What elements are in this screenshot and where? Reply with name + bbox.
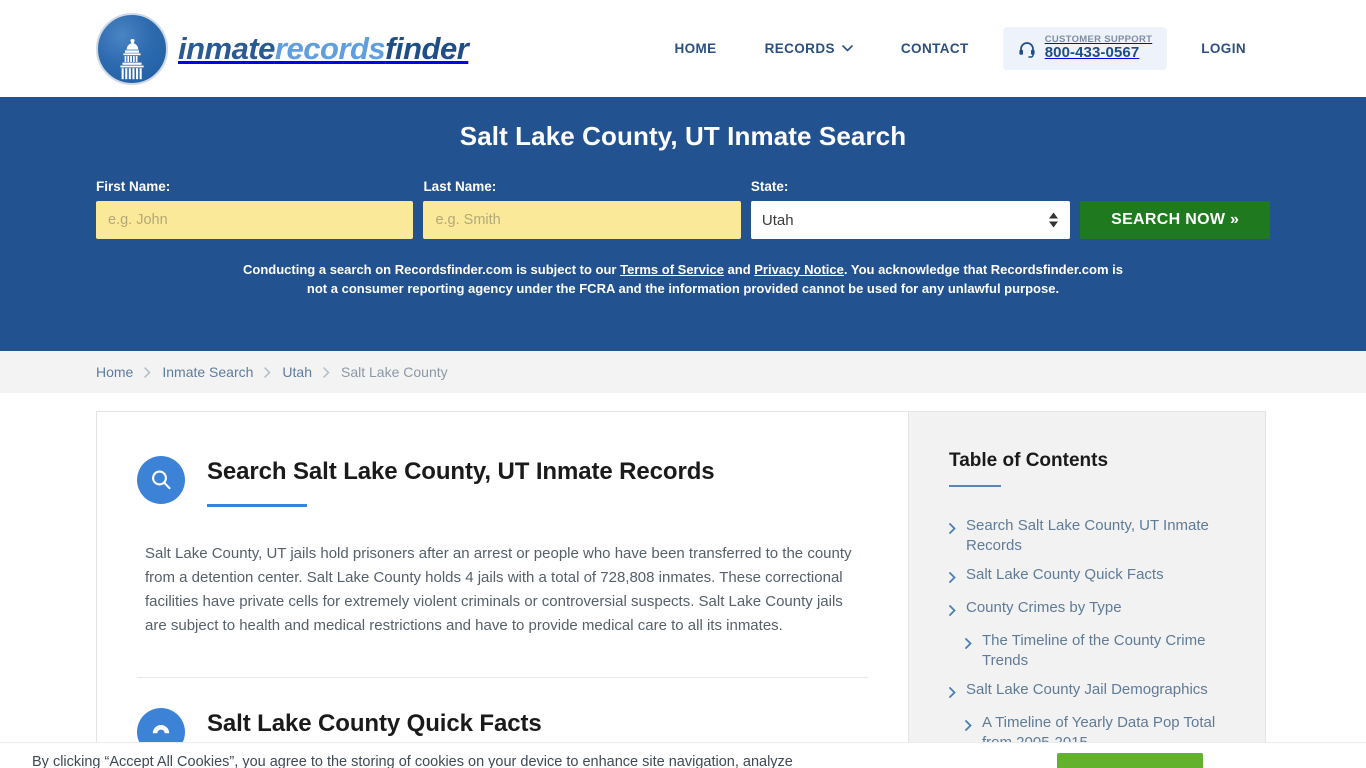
last-name-label: Last Name: xyxy=(423,179,497,194)
privacy-notice-link[interactable]: Privacy Notice xyxy=(754,262,844,277)
headset-icon xyxy=(1019,41,1035,58)
toc-link[interactable]: The Timeline of the County Crime Trends xyxy=(982,631,1235,671)
capitol-dome-icon xyxy=(96,12,168,85)
logo-text-inmate: inmate xyxy=(178,30,275,66)
breadcrumb-item-utah[interactable]: Utah xyxy=(282,364,312,380)
search-disclaimer: Conducting a search on Recordsfinder.com… xyxy=(243,261,1123,298)
state-select[interactable]: Utah xyxy=(750,201,1071,239)
content-area: Search Salt Lake County, UT Inmate Recor… xyxy=(0,393,1366,768)
section-header: Search Salt Lake County, UT Inmate Recor… xyxy=(137,454,868,507)
section-title: Salt Lake County Quick Facts xyxy=(207,710,542,737)
page-root: inmaterecordsfinder HOME RECORDS CONTACT… xyxy=(0,0,1366,768)
section-title: Search Salt Lake County, UT Inmate Recor… xyxy=(207,458,715,485)
toc-link[interactable]: Salt Lake County Quick Facts xyxy=(966,565,1164,589)
cookie-banner-text: By clicking “Accept All Cookies”, you ag… xyxy=(32,753,793,768)
disclaimer-part2: and xyxy=(723,262,755,277)
chevron-right-icon xyxy=(965,635,972,671)
chevron-right-icon xyxy=(949,684,956,704)
toc-link[interactable]: County Crimes by Type xyxy=(966,598,1122,622)
state-label: State: xyxy=(750,179,789,194)
toc-title: Table of Contents xyxy=(949,450,1109,471)
state-select-wrap: Utah xyxy=(750,201,1071,239)
accept-all-cookies-button[interactable] xyxy=(1057,753,1203,768)
list-item[interactable]: Salt Lake County Quick Facts xyxy=(949,565,1235,589)
section-title-underline xyxy=(207,504,307,507)
chevron-right-icon xyxy=(949,569,956,589)
support-phone: 800-433-0567 xyxy=(1044,44,1140,62)
list-item[interactable]: Salt Lake County Jail Demographics xyxy=(949,680,1235,704)
main-content-card: Search Salt Lake County, UT Inmate Recor… xyxy=(96,411,908,768)
state-field-group: State: Utah xyxy=(750,179,1071,239)
search-circle-icon xyxy=(137,456,185,504)
main-nav: HOME RECORDS CONTACT CUSTOMER SUPPORT 80… xyxy=(650,27,1270,70)
breadcrumb-separator-icon xyxy=(323,366,330,378)
cookie-consent-banner: By clicking “Accept All Cookies”, you ag… xyxy=(0,742,1366,768)
customer-support-box[interactable]: CUSTOMER SUPPORT 800-433-0567 xyxy=(1002,27,1168,70)
page-title: Salt Lake County, UT Inmate Search xyxy=(459,121,907,151)
nav-contact[interactable]: CONTACT xyxy=(877,41,993,56)
toc-link[interactable]: Search Salt Lake County, UT Inmate Recor… xyxy=(966,516,1235,556)
nav-login-label: LOGIN xyxy=(1201,41,1246,56)
logo-wordmark: inmaterecordsfinder xyxy=(178,30,469,67)
first-name-input[interactable] xyxy=(96,201,414,239)
breadcrumb: Home Inmate Search Utah Salt Lake County xyxy=(0,351,1366,393)
chevron-down-icon xyxy=(842,45,853,52)
table-of-contents-panel: Table of Contents Search Salt Lake Count… xyxy=(908,411,1266,768)
nav-home[interactable]: HOME xyxy=(650,41,740,56)
chevron-right-icon xyxy=(949,520,956,556)
nav-records[interactable]: RECORDS xyxy=(741,41,877,56)
nav-records-label: RECORDS xyxy=(764,41,835,56)
disclaimer-part1: Conducting a search on Recordsfinder.com… xyxy=(243,262,621,277)
list-item[interactable]: Search Salt Lake County, UT Inmate Recor… xyxy=(949,516,1235,556)
site-header: inmaterecordsfinder HOME RECORDS CONTACT… xyxy=(0,0,1366,97)
chevron-right-icon xyxy=(949,602,956,622)
toc-title-underline xyxy=(949,485,1001,487)
section-title-wrap: Search Salt Lake County, UT Inmate Recor… xyxy=(207,454,715,507)
list-item[interactable]: County Crimes by Type xyxy=(949,598,1235,622)
terms-of-service-link[interactable]: Terms of Service xyxy=(620,262,724,277)
logo-text-records: records xyxy=(274,30,386,66)
toc-link[interactable]: Salt Lake County Jail Demographics xyxy=(966,680,1208,704)
first-name-field-group: First Name: xyxy=(96,179,414,239)
breadcrumb-separator-icon xyxy=(264,366,271,378)
breadcrumb-separator-icon xyxy=(144,366,151,378)
breadcrumb-item-current: Salt Lake County xyxy=(341,364,448,380)
search-now-button[interactable]: SEARCH NOW » xyxy=(1080,201,1270,239)
breadcrumb-item-home[interactable]: Home xyxy=(96,364,133,380)
list-item[interactable]: The Timeline of the County Crime Trends xyxy=(949,631,1235,671)
nav-home-label: HOME xyxy=(674,41,717,56)
toc-list: Search Salt Lake County, UT Inmate Recor… xyxy=(949,516,1235,768)
site-logo[interactable]: inmaterecordsfinder xyxy=(96,12,469,85)
inmate-search-form: First Name: Last Name: State: Utah xyxy=(96,179,1270,239)
section-title-wrap: Salt Lake County Quick Facts xyxy=(207,706,542,738)
logo-text-finder: finder xyxy=(385,30,469,66)
first-name-label: First Name: xyxy=(96,179,171,194)
support-text: CUSTOMER SUPPORT 800-433-0567 xyxy=(1044,34,1153,62)
section-search-records: Search Salt Lake County, UT Inmate Recor… xyxy=(97,412,908,678)
last-name-input[interactable] xyxy=(423,201,741,239)
nav-login[interactable]: LOGIN xyxy=(1177,41,1270,56)
nav-contact-label: CONTACT xyxy=(900,41,969,56)
hero-search-band: Salt Lake County, UT Inmate Search First… xyxy=(0,97,1366,351)
last-name-field-group: Last Name: xyxy=(423,179,741,239)
breadcrumb-item-inmate-search[interactable]: Inmate Search xyxy=(162,364,253,380)
section-body-text: Salt Lake County, UT jails hold prisoner… xyxy=(145,545,852,634)
